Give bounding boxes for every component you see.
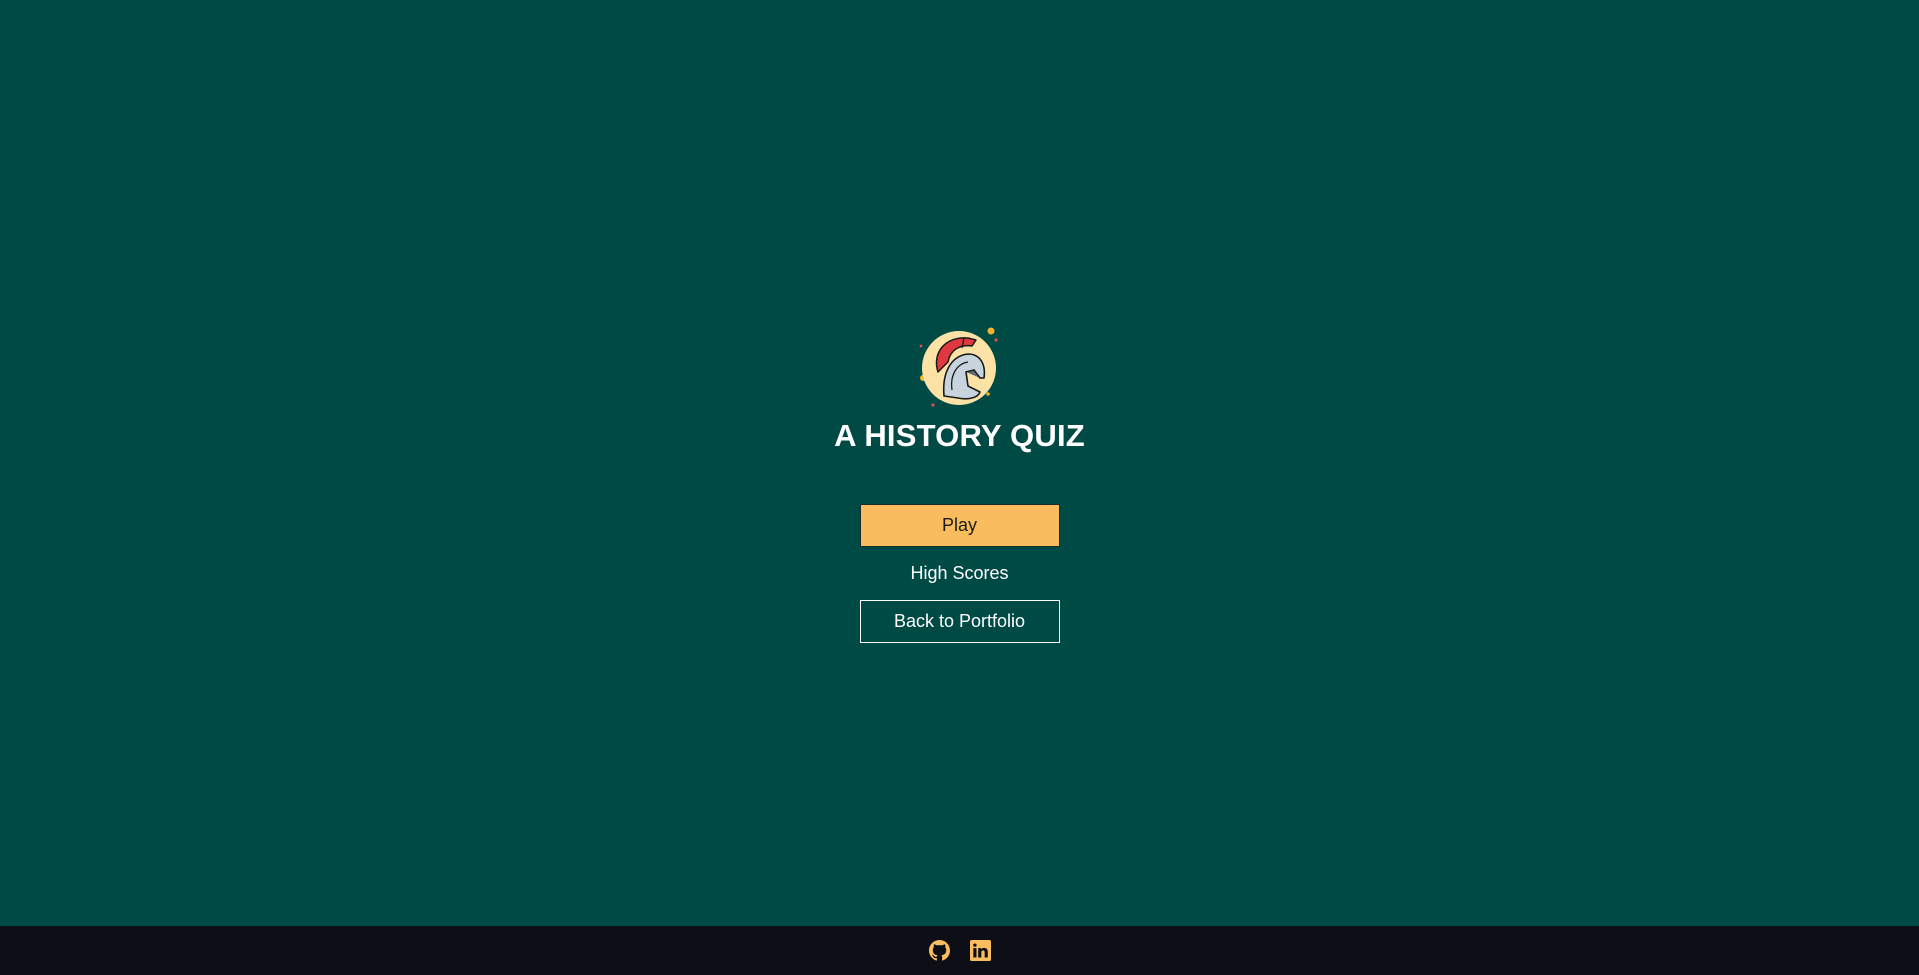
play-button[interactable]: Play: [859, 504, 1060, 547]
back-to-portfolio-button[interactable]: Back to Portfolio: [859, 600, 1060, 643]
home-menu: A HISTORY QUIZ Play High Scores Back to …: [0, 326, 1919, 643]
page-title: A HISTORY QUIZ: [834, 418, 1085, 453]
github-icon: [928, 940, 950, 961]
high-scores-link[interactable]: High Scores: [910, 556, 1008, 590]
github-link[interactable]: [928, 940, 950, 961]
linkedin-icon: [969, 940, 991, 961]
footer: [0, 926, 1919, 975]
main-area: A HISTORY QUIZ Play High Scores Back to …: [0, 0, 1919, 926]
spartan-helmet-icon: [919, 327, 998, 407]
linkedin-link[interactable]: [969, 940, 991, 961]
